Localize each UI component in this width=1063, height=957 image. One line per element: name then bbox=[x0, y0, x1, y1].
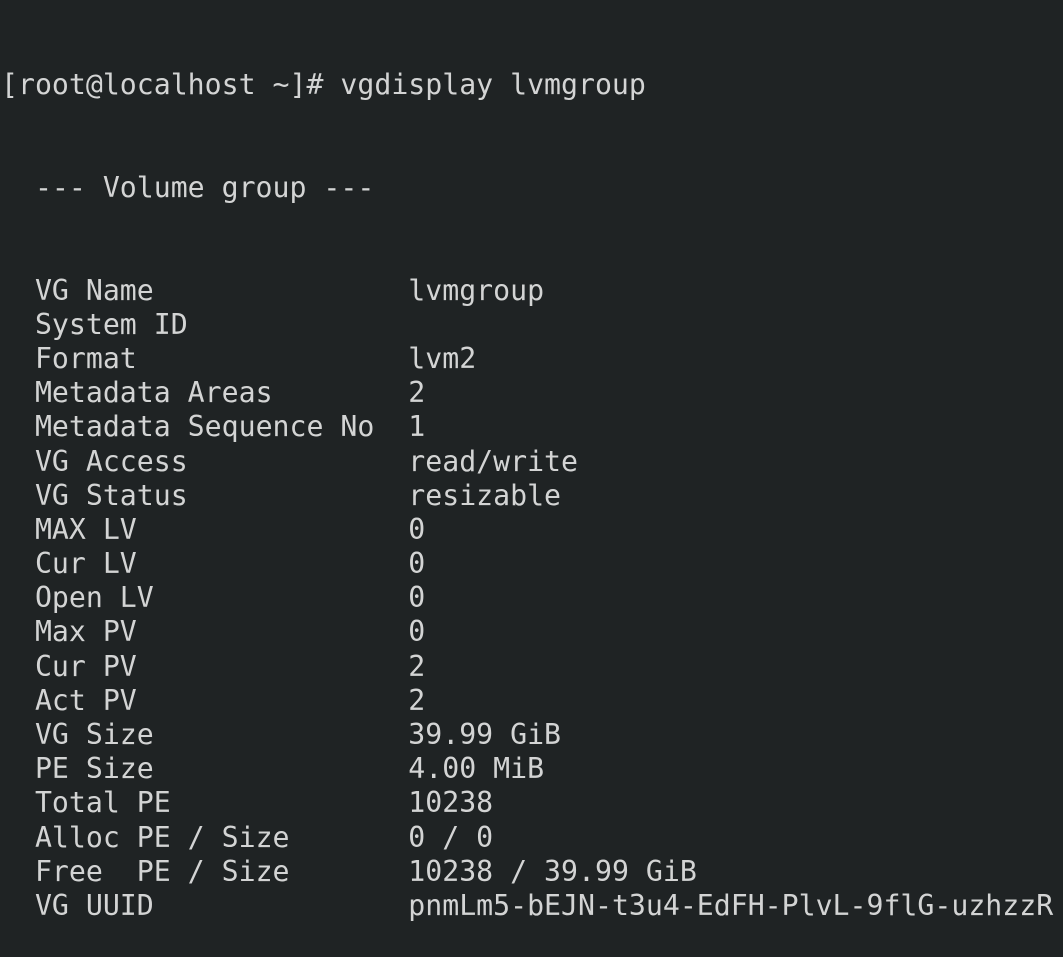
vg-property-row: Open LV 0 bbox=[1, 581, 1053, 615]
property-label: VG UUID bbox=[34, 888, 154, 922]
property-label: PE Size bbox=[34, 752, 154, 786]
vg-property-row: VG Access read/write bbox=[1, 445, 1053, 479]
vg-property-row: VG Size 39.99 GiB bbox=[1, 718, 1053, 752]
command-line: [root@localhost ~]# vgdisplay lvmgroup bbox=[1, 68, 1053, 102]
property-value: 2 bbox=[408, 376, 426, 410]
property-label: Metadata Sequence No bbox=[34, 410, 375, 444]
vg-property-row: Act PV 2 bbox=[1, 684, 1053, 718]
property-value: resizable bbox=[408, 478, 562, 512]
property-label: System ID bbox=[34, 307, 188, 341]
property-label: VG Size bbox=[34, 718, 154, 752]
property-label: Cur LV bbox=[34, 547, 137, 581]
vg-property-row: System ID bbox=[1, 308, 1053, 342]
property-value: lvm2 bbox=[408, 341, 477, 375]
property-label: VG Status bbox=[34, 478, 188, 512]
vg-property-row: VG UUID pnmLm5-bEJN-t3u4-EdFH-PlvL-9flG-u… bbox=[1, 889, 1053, 923]
property-label: VG Access bbox=[34, 444, 188, 478]
vg-property-row: Alloc PE / Size 0 / 0 bbox=[1, 821, 1053, 855]
vg-property-row: Total PE 10238 bbox=[1, 786, 1053, 820]
property-value: 10238 bbox=[408, 786, 494, 820]
vg-property-row: VG Status resizable bbox=[1, 479, 1053, 513]
property-label: MAX LV bbox=[34, 512, 137, 546]
property-value: 1 bbox=[408, 410, 426, 444]
vg-property-row: Format lvm2 bbox=[1, 342, 1053, 376]
vg-property-row: PE Size 4.00 MiB bbox=[1, 752, 1053, 786]
property-value: read/write bbox=[408, 444, 578, 478]
property-label: Alloc PE / Size bbox=[34, 820, 290, 854]
vg-property-row: Metadata Sequence No 1 bbox=[1, 410, 1053, 444]
section-header: --- Volume group --- bbox=[1, 171, 375, 204]
property-value: 0 bbox=[408, 547, 426, 581]
property-value: lvmgroup bbox=[408, 273, 545, 307]
terminal-output[interactable]: [root@localhost ~]# vgdisplay lvmgroup -… bbox=[1, 0, 1053, 957]
property-label: VG Name bbox=[34, 273, 154, 307]
property-label: Total PE bbox=[34, 786, 171, 820]
vg-property-row: Cur PV 2 bbox=[1, 650, 1053, 684]
property-value: 2 bbox=[408, 683, 426, 717]
property-label: Free PE / Size bbox=[34, 854, 290, 888]
property-value: 2 bbox=[408, 649, 426, 683]
shell-prompt: [root@localhost ~]# bbox=[1, 68, 341, 102]
property-label: Format bbox=[34, 341, 137, 375]
property-value: 10238 / 39.99 GiB bbox=[408, 854, 697, 888]
command-text: vgdisplay lvmgroup bbox=[340, 68, 646, 102]
vg-property-row: Metadata Areas 2 bbox=[1, 376, 1053, 410]
property-value: pnmLm5-bEJN-t3u4-EdFH-PlvL-9flG-uzhzzR bbox=[408, 888, 1054, 922]
property-value: 0 bbox=[408, 512, 426, 546]
vg-property-row: Cur LV 0 bbox=[1, 547, 1053, 581]
property-label: Open LV bbox=[34, 581, 154, 615]
property-label: Cur PV bbox=[34, 649, 137, 683]
vg-property-row: Free PE / Size 10238 / 39.99 GiB bbox=[1, 855, 1053, 889]
vg-property-row: MAX LV 0 bbox=[1, 513, 1053, 547]
vg-property-row: Max PV 0 bbox=[1, 615, 1053, 649]
property-label: Metadata Areas bbox=[34, 376, 273, 410]
property-label: Max PV bbox=[34, 615, 137, 649]
property-value: 0 bbox=[408, 615, 426, 649]
property-label: Act PV bbox=[34, 683, 137, 717]
property-value: 39.99 GiB bbox=[408, 718, 562, 752]
property-value: 0 bbox=[408, 581, 426, 615]
property-value: 0 / 0 bbox=[408, 820, 494, 854]
vg-property-row: VG Name lvmgroup bbox=[1, 274, 1053, 308]
property-value: 4.00 MiB bbox=[408, 752, 545, 786]
